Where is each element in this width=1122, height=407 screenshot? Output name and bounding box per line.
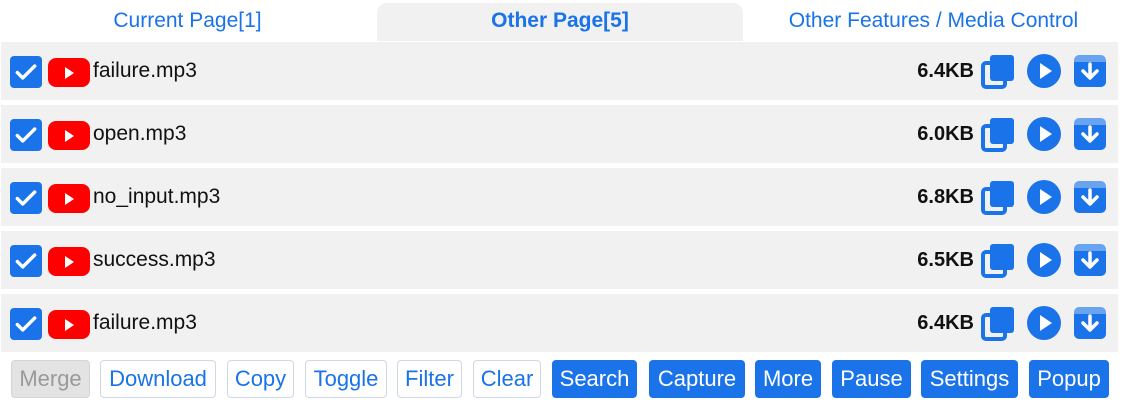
checkmark-icon [15,190,37,206]
play-icon[interactable] [1026,305,1062,341]
download-icon[interactable] [1072,305,1108,341]
select-checkbox[interactable] [10,182,42,214]
copy-icon[interactable] [980,179,1016,215]
list-item: failure.mp3 6.4KB [1,294,1118,352]
youtube-icon [48,184,90,213]
download-icon[interactable] [1072,179,1108,215]
select-checkbox[interactable] [10,119,42,151]
checkmark-icon [15,316,37,332]
clear-button[interactable]: Clear [473,360,541,398]
capture-button[interactable]: Capture [649,360,745,398]
search-button[interactable]: Search [552,360,637,398]
play-icon[interactable] [1026,179,1062,215]
youtube-icon [48,58,90,87]
settings-button[interactable]: Settings [921,360,1018,398]
file-name: open.mp3 [93,122,187,145]
youtube-icon [48,247,90,276]
action-toolbar: Merge Download Copy Toggle Filter Clear … [0,358,1122,402]
file-size: 6.8KB [917,186,974,208]
file-name: no_input.mp3 [93,185,221,208]
play-icon[interactable] [1026,53,1062,89]
download-button[interactable]: Download [100,360,216,398]
more-button[interactable]: More [755,360,821,398]
file-name: failure.mp3 [93,311,197,334]
copy-button[interactable]: Copy [227,360,294,398]
tab-current-page[interactable]: Current Page[1] [0,3,375,41]
checkmark-icon [15,127,37,143]
merge-button[interactable]: Merge [11,360,90,398]
play-icon[interactable] [1026,242,1062,278]
list-item: success.mp3 6.5KB [1,231,1118,289]
download-icon[interactable] [1072,242,1108,278]
toggle-button[interactable]: Toggle [305,360,387,398]
file-size: 6.4KB [917,312,974,334]
copy-icon[interactable] [980,305,1016,341]
file-size: 6.5KB [917,249,974,271]
download-icon[interactable] [1072,53,1108,89]
copy-icon[interactable] [980,116,1016,152]
youtube-icon [48,121,90,150]
file-name: failure.mp3 [93,59,197,82]
filter-button[interactable]: Filter [397,360,462,398]
popup-button[interactable]: Popup [1029,360,1109,398]
select-checkbox[interactable] [10,56,42,88]
list-item: no_input.mp3 6.8KB [1,168,1118,226]
file-size: 6.4KB [917,60,974,82]
download-icon[interactable] [1072,116,1108,152]
file-size: 6.0KB [917,123,974,145]
list-item: failure.mp3 6.4KB [1,42,1118,100]
tab-other-features-media-control[interactable]: Other Features / Media Control [745,3,1122,41]
checkmark-icon [15,64,37,80]
copy-icon[interactable] [980,242,1016,278]
select-checkbox[interactable] [10,245,42,277]
tab-bar: Current Page[1] Other Page[5] Other Feat… [0,0,1122,42]
play-icon[interactable] [1026,116,1062,152]
file-name: success.mp3 [93,248,216,271]
select-checkbox[interactable] [10,308,42,340]
copy-icon[interactable] [980,53,1016,89]
pause-button[interactable]: Pause [832,360,911,398]
checkmark-icon [15,253,37,269]
youtube-icon [48,310,90,339]
list-item: open.mp3 6.0KB [1,105,1118,163]
tab-other-page[interactable]: Other Page[5] [377,3,743,41]
